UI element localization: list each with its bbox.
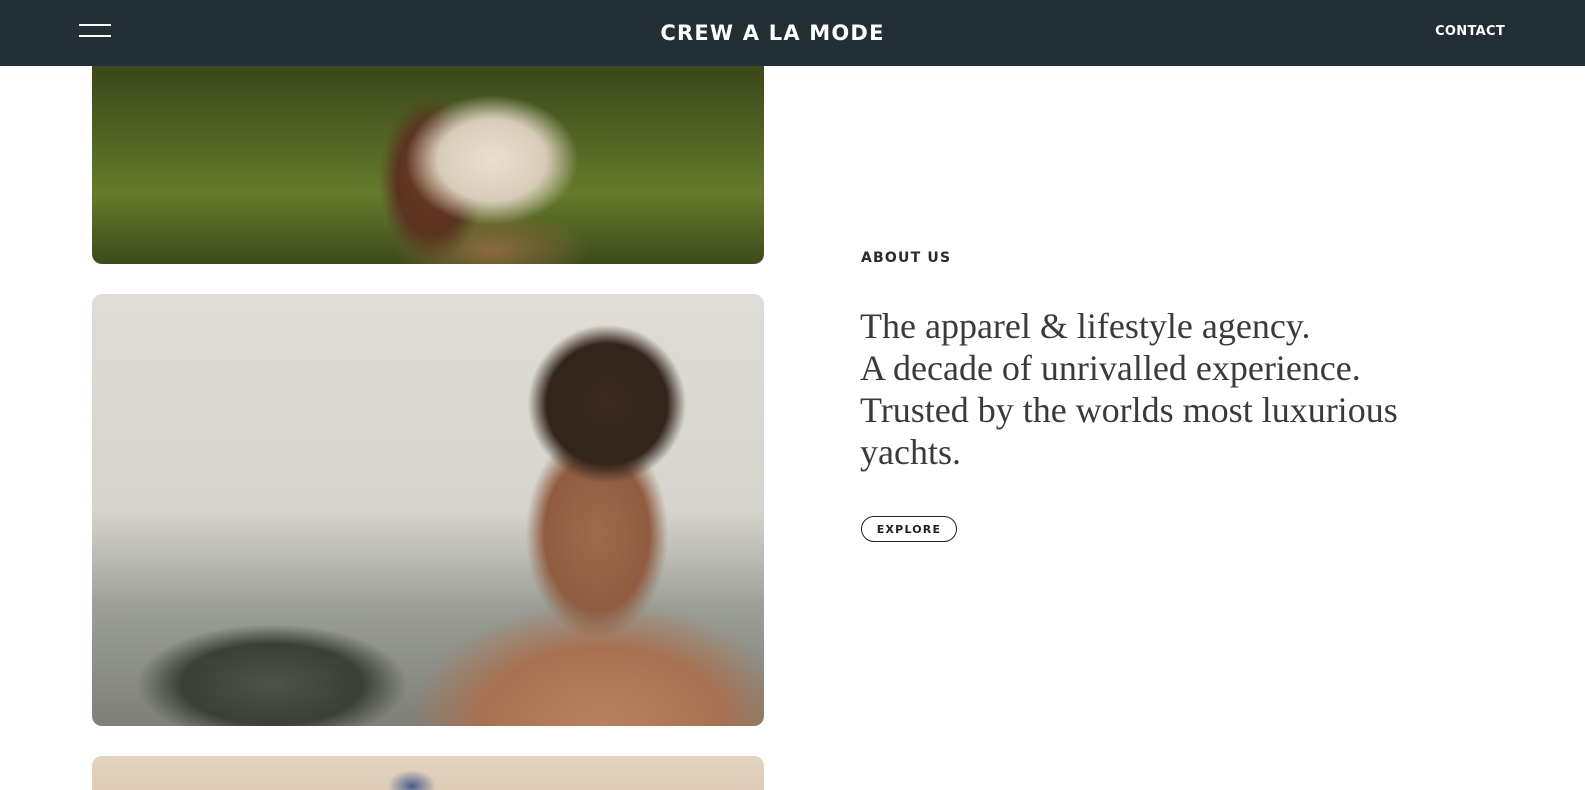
menu-line-top (79, 24, 111, 26)
contact-link[interactable]: CONTACT (1435, 24, 1505, 39)
about-line-3: Trusted by the worlds most luxurious (860, 390, 1398, 430)
about-description: The apparel & lifestyle agency. A decade… (860, 305, 1480, 473)
brand-logo-text[interactable]: CREW A LA MODE (660, 21, 884, 45)
hamburger-menu-icon[interactable] (79, 24, 111, 40)
photo-man-on-beach (92, 294, 764, 726)
about-line-2: A decade of unrivalled experience. (860, 348, 1361, 388)
about-line-4: yachts. (860, 432, 961, 472)
photo-beach-sand (92, 756, 764, 790)
about-us-heading: ABOUT US (861, 250, 952, 266)
about-line-1: The apparel & lifestyle agency. (860, 306, 1311, 346)
explore-button[interactable]: EXPLORE (861, 516, 957, 542)
page: CREW A LA MODE CONTACT ABOUT US The appa… (0, 0, 1585, 790)
brand-container: CREW A LA MODE (0, 0, 1545, 66)
site-header: CREW A LA MODE CONTACT (0, 0, 1585, 66)
menu-line-bottom (79, 35, 111, 37)
